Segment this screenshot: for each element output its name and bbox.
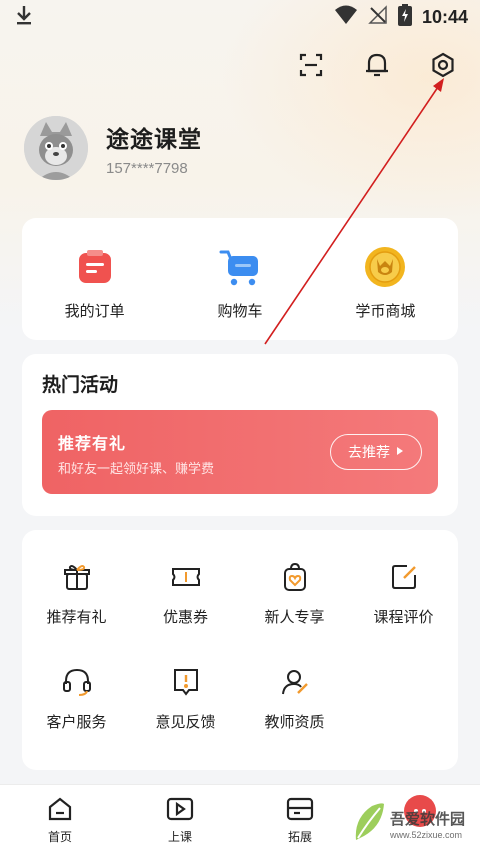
profile-phone: 157****7798 [106,159,188,177]
bell-icon [364,51,390,83]
coin-mall-label: 学币商城 [355,302,416,320]
services-menu-card: 推荐有礼 优惠券 新人专享 课程评价 客户服务 意见反馈 教师资质 [22,530,458,770]
go-refer-button[interactable]: 去推荐 [330,434,422,470]
nav-profile[interactable] [360,785,480,853]
menu-label-customer-service: 客户服务 [46,713,107,731]
settings-icon [430,52,456,82]
coin-mall-button[interactable]: 学币商城 [313,218,458,340]
coupon-icon [169,560,203,594]
notifications-button[interactable] [362,52,392,82]
feedback-icon [169,665,203,699]
menu-label-referral: 推荐有礼 [46,608,107,626]
cart-icon [219,246,261,288]
banner-subtitle: 和好友一起领好课、赚学费 [58,462,215,477]
nav-classes[interactable]: 上课 [120,785,240,853]
menu-label-coupons: 优惠券 [162,608,208,626]
menu-label-course-review: 课程评价 [373,608,434,626]
menu-item-newcomer[interactable]: 新人专享 [240,560,349,627]
menu-label-newcomer: 新人专享 [264,608,325,626]
play-icon [165,794,195,824]
top-actions [296,52,458,82]
profile-tab-icon [404,795,436,827]
menu-item-feedback[interactable]: 意见反馈 [131,665,240,732]
play-arrow-icon [396,444,404,460]
nav-expand-label: 拓展 [287,830,312,844]
banner-title: 推荐有礼 [58,434,127,453]
activity-title: 热门活动 [42,374,119,396]
battery-charging-icon [397,4,412,30]
settings-button[interactable] [428,52,458,82]
referral-banner[interactable]: 推荐有礼 和好友一起领好课、赚学费 去推荐 [42,410,438,494]
download-icon [14,4,34,30]
menu-item-coupons[interactable]: 优惠券 [131,560,240,627]
newcomer-bag-icon [278,560,312,594]
nav-expand[interactable]: 拓展 [240,785,360,853]
headset-icon [60,665,94,699]
no-signal-icon [368,5,388,29]
hot-activity-card: 热门活动 推荐有礼 和好友一起领好课、赚学费 去推荐 [22,354,458,516]
menu-item-course-review[interactable]: 课程评价 [349,560,458,627]
teacher-icon [278,665,312,699]
nav-home-label: 首页 [47,830,72,844]
quick-links-card: 我的订单 购物车 学币商城 [22,218,458,340]
wifi-icon [334,5,358,29]
menu-label-teacher-credentials: 教师资质 [264,713,325,731]
bottom-navigation: 首页 上课 拓展 [0,784,480,853]
my-orders-button[interactable]: 我的订单 [22,218,167,340]
gift-icon [60,560,94,594]
menu-item-teacher-credentials[interactable]: 教师资质 [240,665,349,732]
profile-section[interactable]: 途途课堂 157****7798 [24,116,202,180]
profile-name: 途途课堂 [106,126,202,153]
my-orders-label: 我的订单 [64,302,125,320]
nav-classes-label: 上课 [167,830,192,844]
cart-label: 购物车 [217,302,263,320]
review-edit-icon [387,560,421,594]
order-icon [74,246,116,288]
menu-item-referral[interactable]: 推荐有礼 [22,560,131,627]
cart-button[interactable]: 购物车 [167,218,312,340]
avatar[interactable] [24,116,88,180]
status-time: 10:44 [421,6,468,27]
nav-home[interactable]: 首页 [0,785,120,853]
scan-icon [298,52,324,82]
status-bar: 10:44 [0,0,480,34]
menu-item-customer-service[interactable]: 客户服务 [22,665,131,732]
coin-mall-icon [364,246,406,288]
expand-icon [285,794,315,824]
scan-button[interactable] [296,52,326,82]
home-icon [45,794,75,824]
services-grid: 推荐有礼 优惠券 新人专享 课程评价 客户服务 意见反馈 教师资质 [22,560,458,732]
menu-label-feedback: 意见反馈 [155,713,216,731]
go-refer-label: 去推荐 [348,445,390,461]
